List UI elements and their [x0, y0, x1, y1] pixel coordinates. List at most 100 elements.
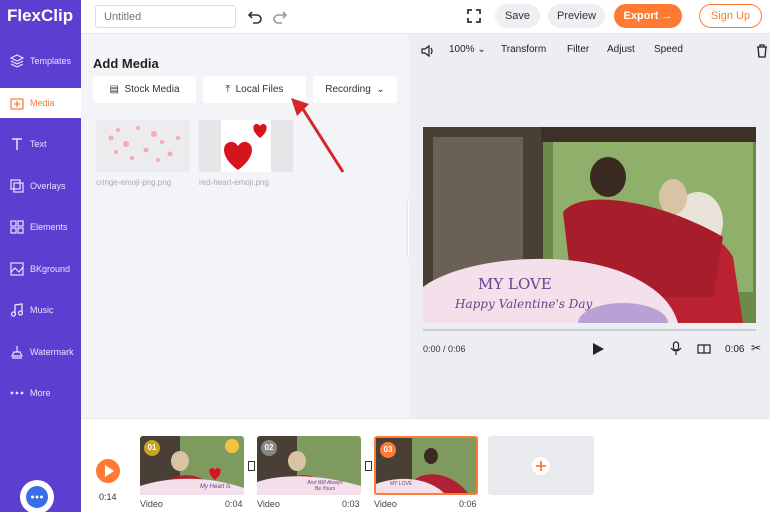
overlay-subtitle: Happy Valentine's Day: [455, 297, 593, 311]
sidebar-item-watermark[interactable]: Watermark: [0, 337, 81, 367]
stock-media-button[interactable]: ▤ Stock Media: [93, 76, 196, 103]
sidebar-item-label: Text: [30, 139, 47, 149]
elements-icon: [10, 220, 24, 234]
export-button[interactable]: Export →: [614, 4, 682, 28]
preview-area: 100% ⌄ Transform Filter Adjust Speed MY …: [409, 34, 770, 418]
volume-icon[interactable]: [421, 44, 435, 58]
music-icon: [10, 303, 24, 317]
sidebar-item-label: Music: [30, 305, 54, 315]
preview-button[interactable]: Preview: [548, 4, 605, 28]
zoom-value: 100%: [449, 44, 475, 55]
arrow-right-icon: →: [661, 10, 673, 22]
panel-title: Add Media: [93, 56, 159, 71]
sidebar-item-more[interactable]: More: [0, 378, 81, 408]
sidebar-item-templates[interactable]: Templates: [0, 46, 81, 76]
media-thumbnail-heart[interactable]: [199, 120, 293, 172]
delete-icon[interactable]: [756, 44, 768, 58]
playback-time: 0:00 / 0:06: [423, 344, 466, 354]
filter-button[interactable]: Filter: [567, 44, 589, 55]
export-label: Export: [623, 10, 659, 22]
play-icon[interactable]: [591, 342, 605, 356]
playback-progress-bar[interactable]: [423, 329, 756, 331]
timeline-time: 0:14: [99, 492, 117, 502]
signup-button[interactable]: Sign Up: [699, 4, 762, 28]
fullscreen-icon[interactable]: [466, 8, 482, 24]
sidebar-item-label: Overlays: [30, 181, 66, 191]
overlays-icon: [10, 179, 24, 193]
timeline-clip-3[interactable]: 03 MY LOVE: [374, 436, 478, 495]
redo-icon[interactable]: [272, 8, 288, 24]
media-file-name: cringe-emoji-png.png: [96, 178, 172, 187]
sidebar-item-music[interactable]: Music: [0, 295, 81, 325]
scissors-icon[interactable]: ✂: [751, 341, 761, 355]
clip-number-badge: 02: [261, 440, 277, 456]
watermark-icon: [11, 346, 23, 359]
speed-button[interactable]: Speed: [654, 44, 683, 55]
sidebar-item-label: Watermark: [30, 347, 74, 357]
clip-duration: 0:06: [459, 499, 477, 509]
media-icon: [10, 98, 24, 110]
play-icon: [105, 465, 114, 477]
undo-icon[interactable]: [247, 8, 263, 24]
sidebar-item-overlays[interactable]: Overlays: [0, 171, 81, 201]
sidebar-item-label: Elements: [30, 222, 68, 232]
background-icon: [10, 262, 24, 276]
microphone-icon[interactable]: [670, 341, 682, 356]
clip-type: Video: [140, 499, 163, 509]
save-button[interactable]: Save: [495, 4, 540, 28]
text-icon: [12, 138, 22, 150]
clip-caption: And Will Always Be Yours: [307, 480, 343, 492]
plus-icon: [532, 457, 550, 475]
clip-type: Video: [374, 499, 397, 509]
video-frame-image: [423, 127, 756, 323]
sidebar-item-media[interactable]: Media: [0, 88, 81, 118]
clip-number-badge: 01: [144, 440, 160, 456]
sidebar-item-background[interactable]: BKground: [0, 254, 81, 284]
clip-type: Video: [257, 499, 280, 509]
chat-support-button[interactable]: [20, 480, 54, 512]
clip-duration: 0:03: [342, 499, 360, 509]
sidebar-item-label: Media: [30, 98, 55, 108]
overlay-title: MY LOVE: [478, 275, 552, 293]
logo-area: FlexClip: [0, 0, 81, 34]
clip-caption: MY LOVE: [390, 481, 413, 487]
sidebar: Templates Media Text Overlays Elements B…: [0, 34, 81, 512]
sidebar-item-elements[interactable]: Elements: [0, 212, 81, 242]
sidebar-item-text[interactable]: Text: [0, 129, 81, 159]
timeline: 0:14 01 My Heart Is Video 0:04 02 And Wi…: [81, 418, 770, 512]
video-preview-frame[interactable]: MY LOVE Happy Valentine's Day: [423, 127, 756, 323]
transition-icon[interactable]: [248, 461, 255, 471]
media-panel: Add Media ▤ Stock Media ⤒ Local Files Re…: [81, 34, 409, 418]
timeline-play-button[interactable]: [96, 459, 120, 483]
more-icon: [10, 391, 24, 395]
local-files-label: Local Files: [235, 84, 284, 95]
clip-caption: My Heart Is: [200, 484, 231, 490]
store-icon: ▤: [109, 84, 119, 95]
chevron-down-icon: ⌄: [376, 84, 385, 95]
annotation-arrow-icon: [291, 98, 345, 173]
chevron-down-icon: ⌄: [477, 44, 486, 55]
project-title-input[interactable]: [95, 5, 236, 28]
video-duration: 0:06: [725, 344, 745, 355]
red-heart-image: [199, 120, 293, 172]
sidebar-item-label: Templates: [30, 56, 72, 66]
adjust-button[interactable]: Adjust: [607, 44, 635, 55]
subtitle-icon[interactable]: [697, 342, 711, 356]
templates-icon: [10, 54, 24, 68]
sidebar-item-label: More: [30, 388, 51, 398]
media-file-name: red-heart-emoji.png: [199, 178, 269, 187]
flexclip-logo[interactable]: FlexClip: [7, 6, 73, 26]
top-bar: FlexClip Save Preview Export → Sign Up: [0, 0, 770, 34]
transform-button[interactable]: Transform: [501, 44, 546, 55]
transition-icon[interactable]: [365, 461, 372, 471]
media-thumbnail-cringe[interactable]: [96, 120, 190, 172]
stock-media-label: Stock Media: [124, 84, 180, 95]
clip-duration: 0:04: [225, 499, 243, 509]
timeline-clip-1[interactable]: 01 My Heart Is: [140, 436, 244, 495]
timeline-clip-2[interactable]: 02 And Will Always Be Yours: [257, 436, 361, 495]
upload-icon: ⤒: [225, 84, 231, 95]
add-clip-button[interactable]: [488, 436, 594, 495]
clip-number-badge: 03: [380, 442, 396, 458]
zoom-dropdown[interactable]: 100% ⌄: [449, 44, 486, 55]
cringe-emoji-image: [96, 120, 190, 172]
